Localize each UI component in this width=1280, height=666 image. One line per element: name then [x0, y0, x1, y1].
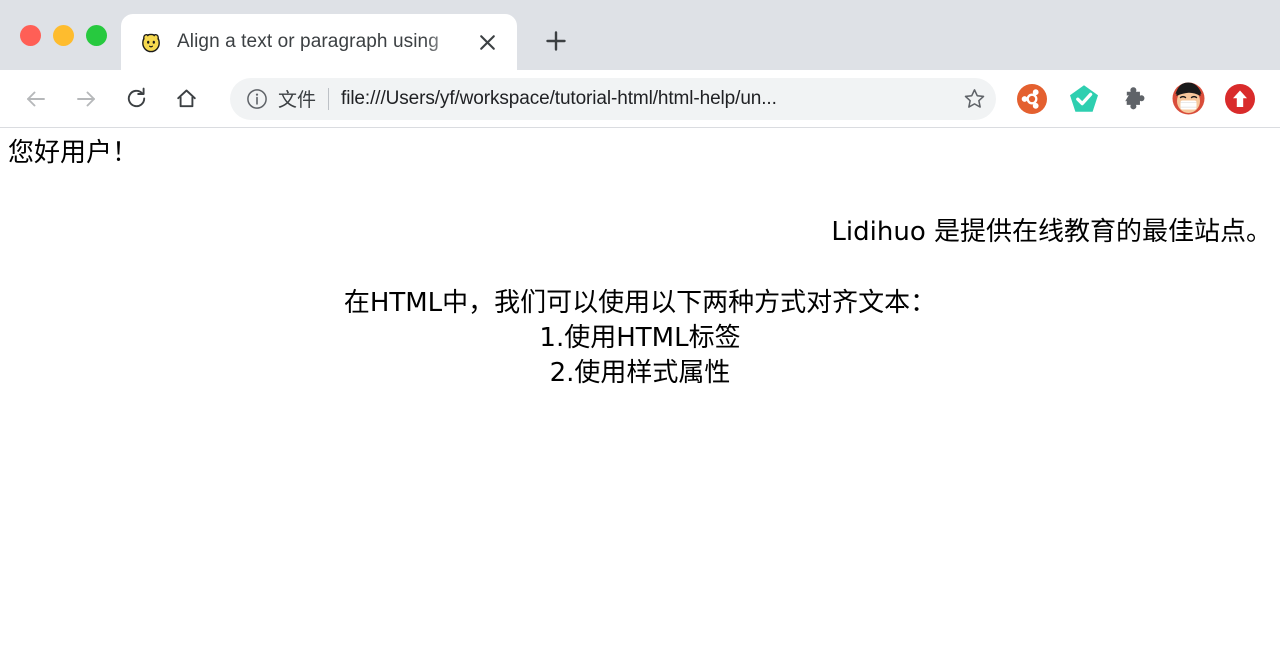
reload-button[interactable]: [116, 79, 156, 119]
chick-favicon: [139, 30, 163, 54]
tab-strip: Align a text or paragraph using: [0, 0, 1280, 70]
center-paragraph-item-2: 2.使用样式属性: [8, 356, 1272, 391]
page-content: 您好用户！ Lidihuo 是提供在线教育的最佳站点。 在HTML中，我们可以使…: [0, 128, 1280, 666]
upload-arrow-icon: [1224, 83, 1256, 115]
ubuntu-extension-icon: [1016, 83, 1048, 115]
extensions-puzzle-button[interactable]: [1110, 77, 1162, 121]
browser-window: Align a text or paragraph using: [0, 0, 1280, 666]
tab-title: Align a text or paragraph using: [177, 31, 467, 53]
window-maximize-button[interactable]: [86, 25, 107, 46]
plus-icon: [545, 30, 567, 52]
spacer-middle: [8, 264, 1272, 286]
profile-avatar-button[interactable]: [1162, 77, 1214, 121]
address-bar[interactable]: 文件 file:///Users/yf/workspace/tutorial-h…: [230, 78, 996, 120]
window-close-button[interactable]: [20, 25, 41, 46]
extension-icons: [1006, 77, 1266, 121]
forward-arrow-icon: [73, 86, 99, 112]
back-button[interactable]: [16, 79, 56, 119]
tab-active[interactable]: Align a text or paragraph using: [121, 14, 517, 70]
ubuntu-extension-button[interactable]: [1006, 77, 1058, 121]
shield-check-button[interactable]: [1058, 77, 1110, 121]
greeting-paragraph: 您好用户！: [8, 136, 1272, 171]
profile-avatar: [1172, 82, 1205, 115]
right-aligned-paragraph: Lidihuo 是提供在线教育的最佳站点。: [8, 215, 1272, 250]
page-body: 您好用户！ Lidihuo 是提供在线教育的最佳站点。 在HTML中，我们可以使…: [0, 128, 1280, 399]
upload-extension-button[interactable]: [1214, 77, 1266, 121]
center-paragraph-item-1: 1.使用HTML标签: [8, 321, 1272, 356]
puzzle-piece-icon: [1121, 84, 1151, 114]
shield-check-icon: [1068, 83, 1100, 115]
tab-close-icon[interactable]: [473, 28, 501, 56]
spacer-top: [8, 185, 1272, 215]
back-arrow-icon: [23, 86, 49, 112]
info-circle-icon[interactable]: [244, 86, 270, 112]
omnibox-url-text[interactable]: file:///Users/yf/workspace/tutorial-html…: [341, 88, 952, 110]
bookmark-star-icon[interactable]: [958, 83, 990, 115]
new-tab-button[interactable]: [531, 16, 581, 66]
reload-icon: [124, 86, 149, 111]
window-minimize-button[interactable]: [53, 25, 74, 46]
omnibox-divider: [328, 88, 329, 110]
home-button[interactable]: [166, 79, 206, 119]
forward-button[interactable]: [66, 79, 106, 119]
center-paragraph-intro: 在HTML中，我们可以使用以下两种方式对齐文本：: [8, 286, 1272, 321]
browser-toolbar: 文件 file:///Users/yf/workspace/tutorial-h…: [0, 70, 1280, 128]
omnibox-scheme-label: 文件: [278, 85, 328, 112]
home-icon: [174, 86, 199, 111]
tabs-container: Align a text or paragraph using: [121, 0, 1280, 70]
window-controls: [0, 0, 121, 70]
